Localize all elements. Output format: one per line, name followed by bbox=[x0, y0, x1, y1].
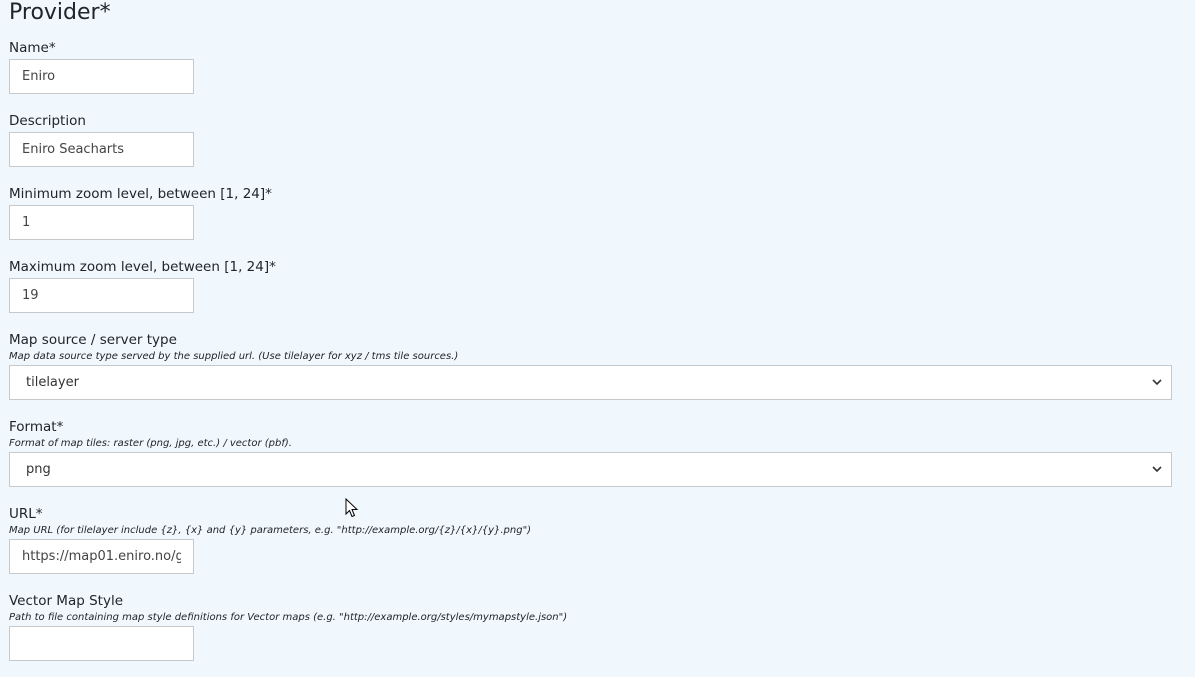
url-input[interactable] bbox=[9, 539, 194, 574]
max-zoom-label: Maximum zoom level, between [1, 24]* bbox=[9, 259, 276, 275]
name-input[interactable] bbox=[9, 59, 194, 94]
max-zoom-input[interactable] bbox=[9, 278, 194, 313]
vector-style-hint: Path to file containing map style defini… bbox=[9, 612, 568, 623]
name-label: Name* bbox=[9, 40, 56, 56]
section-title: Provider* bbox=[9, 0, 111, 25]
description-input[interactable] bbox=[9, 132, 194, 167]
chevron-down-icon bbox=[1151, 464, 1163, 476]
vector-style-input[interactable] bbox=[9, 626, 194, 661]
description-label: Description bbox=[9, 113, 86, 129]
chevron-down-icon bbox=[1151, 377, 1163, 389]
format-value: png bbox=[26, 462, 51, 477]
min-zoom-label: Minimum zoom level, between [1, 24]* bbox=[9, 186, 272, 202]
source-type-label: Map source / server type bbox=[9, 332, 177, 348]
source-type-value: tilelayer bbox=[26, 375, 79, 390]
mouse-cursor-icon bbox=[345, 497, 359, 518]
format-select[interactable]: png bbox=[9, 452, 1172, 487]
format-hint: Format of map tiles: raster (png, jpg, e… bbox=[9, 438, 292, 449]
vector-style-label: Vector Map Style bbox=[9, 593, 123, 609]
provider-form: Provider* Name* Description Minimum zoom… bbox=[0, 0, 1195, 661]
min-zoom-input[interactable] bbox=[9, 205, 194, 240]
url-hint: Map URL (for tilelayer include {z}, {x} … bbox=[9, 525, 532, 536]
format-label: Format* bbox=[9, 419, 64, 435]
source-type-select[interactable]: tilelayer bbox=[9, 365, 1172, 400]
source-type-hint: Map data source type served by the suppl… bbox=[9, 351, 459, 362]
url-label: URL* bbox=[9, 506, 43, 522]
